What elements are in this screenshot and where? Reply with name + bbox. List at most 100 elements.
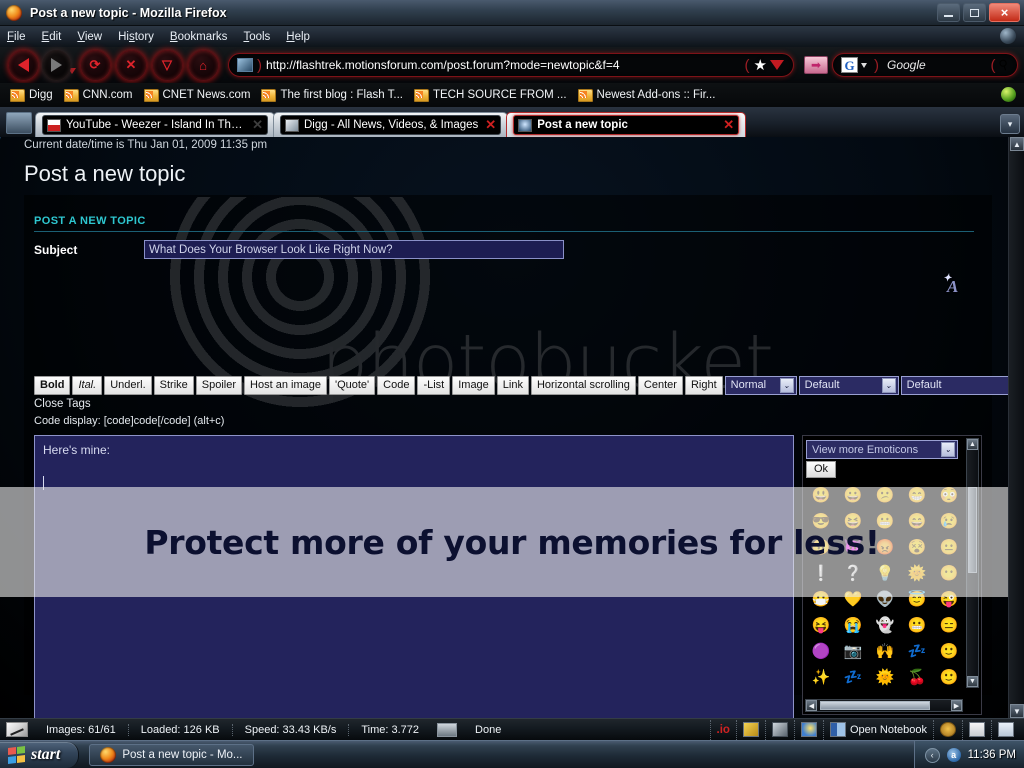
- emoticon-item[interactable]: ❔: [844, 566, 863, 581]
- url-dropdown-icon[interactable]: [770, 60, 784, 70]
- scroll-left-icon[interactable]: ◀: [806, 700, 817, 711]
- subject-input[interactable]: What Does Your Browser Look Like Right N…: [144, 240, 564, 259]
- emoticon-item[interactable]: 😇: [908, 592, 927, 607]
- emoticon-item[interactable]: 😑: [940, 618, 959, 633]
- io-indicator[interactable]: .io: [709, 719, 736, 740]
- url-input[interactable]: http://flashtrek.motionsforum.com/post.f…: [266, 58, 741, 72]
- bookmark-item[interactable]: Digg: [6, 88, 57, 103]
- emoticon-item[interactable]: 😁: [908, 488, 927, 503]
- emoticon-ok-button[interactable]: Ok: [806, 461, 837, 478]
- chevron-down-icon[interactable]: ⌄: [941, 442, 955, 457]
- home-button[interactable]: ⌂: [186, 49, 220, 81]
- scrollbar-thumb[interactable]: [820, 701, 930, 710]
- bbcode-strike-button[interactable]: Strike: [153, 375, 194, 395]
- highlighter-extension[interactable]: [735, 719, 765, 740]
- message-textarea[interactable]: Here's mine:: [34, 435, 794, 718]
- menu-help[interactable]: Help: [286, 31, 310, 43]
- start-button[interactable]: start: [0, 741, 80, 768]
- view-more-emoticons-select[interactable]: View more Emoticons ⌄: [806, 440, 958, 459]
- bbcode-image-button[interactable]: Image: [452, 375, 495, 395]
- emoticon-vertical-scrollbar[interactable]: ▲ ▼: [966, 438, 979, 688]
- emoticon-item[interactable]: 🙂: [940, 670, 959, 685]
- close-button[interactable]: ×: [989, 3, 1020, 22]
- scrollbar-thumb[interactable]: [968, 487, 977, 573]
- bbcode-link-button[interactable]: Link: [496, 375, 529, 395]
- search-engine-dropdown-icon[interactable]: [861, 62, 867, 68]
- go-button[interactable]: [804, 56, 828, 74]
- bookmark-item[interactable]: Newest Add-ons :: Fir...: [574, 88, 720, 103]
- emoticon-item[interactable]: 🌞: [876, 670, 895, 685]
- emoticon-item[interactable]: 😵: [908, 540, 927, 555]
- emoticon-item[interactable]: 😝: [812, 618, 831, 633]
- tab-list-dropdown-icon[interactable]: ▾: [1000, 114, 1020, 134]
- menu-tools[interactable]: Tools: [243, 31, 270, 43]
- bbcode-spoiler-button[interactable]: Spoiler: [195, 375, 243, 395]
- emoticon-item[interactable]: 🟣: [812, 644, 831, 659]
- bookmark-star-icon[interactable]: ★: [754, 56, 767, 74]
- bbcode-horizontal-scrolling-button[interactable]: Horizontal scrolling: [530, 375, 636, 395]
- emoticon-item[interactable]: 📷: [844, 644, 863, 659]
- search-bar[interactable]: G ) Google ( ⚲: [832, 53, 1018, 77]
- back-button[interactable]: [6, 49, 40, 81]
- search-input[interactable]: Google: [887, 58, 986, 72]
- emoticon-item[interactable]: 😠: [812, 540, 831, 555]
- page-scrollbar[interactable]: ▲ ▼: [1008, 137, 1024, 718]
- bbcode-host-image-button[interactable]: Host an image: [244, 375, 327, 395]
- emoticon-item[interactable]: 💛: [844, 592, 863, 607]
- emoticon-item[interactable]: 😭: [844, 618, 863, 633]
- reload-button[interactable]: ⟳: [78, 49, 112, 81]
- tab-digg[interactable]: Digg - All News, Videos, & Images ✕: [273, 112, 509, 137]
- emoticon-item[interactable]: 😀: [844, 488, 863, 503]
- emoticon-item[interactable]: 👽: [876, 592, 895, 607]
- bookmark-item[interactable]: The first blog : Flash T...: [257, 88, 407, 103]
- emoticon-item[interactable]: 😢: [940, 514, 959, 529]
- forward-button[interactable]: [42, 49, 76, 81]
- image-toggle-icon[interactable]: [437, 722, 458, 737]
- emoticon-item[interactable]: 💤: [844, 670, 863, 685]
- emoticon-item[interactable]: 😳: [940, 488, 959, 503]
- bbcode-right-button[interactable]: Right: [684, 375, 723, 395]
- maximize-restore-button[interactable]: [963, 3, 986, 22]
- bbcode-center-button[interactable]: Center: [637, 375, 683, 395]
- emoticon-item[interactable]: ❕: [812, 566, 831, 581]
- open-notebook-button[interactable]: Open Notebook: [822, 719, 933, 740]
- chevron-down-icon[interactable]: ⌄: [779, 377, 794, 393]
- scroll-down-icon[interactable]: ▼: [967, 676, 978, 687]
- emoticon-item[interactable]: 😕: [876, 488, 895, 503]
- bbcode-code-button[interactable]: Code: [377, 375, 416, 395]
- emoticon-item[interactable]: 🙂: [940, 644, 959, 659]
- menu-history[interactable]: History: [118, 31, 154, 43]
- emoticon-item[interactable]: 😶: [940, 566, 959, 581]
- menu-bookmarks[interactable]: Bookmarks: [170, 31, 228, 43]
- bbcode-list-button[interactable]: -List: [417, 375, 451, 395]
- tray-app-icon[interactable]: a: [946, 748, 961, 762]
- downloads-button[interactable]: ▽: [150, 49, 184, 81]
- font-size-select[interactable]: Normal ⌄: [724, 375, 797, 395]
- emoticon-item[interactable]: 😷: [812, 592, 831, 607]
- emoticon-item[interactable]: 👻: [876, 618, 895, 633]
- bookmark-item[interactable]: CNN.com: [60, 88, 137, 103]
- bbcode-italic-button[interactable]: Ital.: [72, 375, 103, 395]
- bbcode-bold-button[interactable]: Bold: [34, 375, 71, 395]
- addon-status-icon[interactable]: [1001, 87, 1016, 102]
- spellcheck-icon[interactable]: ✦ A: [943, 273, 967, 297]
- tab-close-icon[interactable]: ✕: [485, 117, 496, 133]
- page-extension[interactable]: [991, 719, 1020, 740]
- url-bar[interactable]: ) http://flashtrek.motionsforum.com/post…: [228, 53, 794, 77]
- tab-close-icon[interactable]: ✕: [723, 117, 734, 133]
- bookmark-item[interactable]: CNET News.com: [140, 88, 255, 103]
- tab-post-a-new-topic[interactable]: Post a new topic ✕: [506, 112, 747, 137]
- menu-edit[interactable]: Edit: [42, 31, 62, 43]
- tab-close-icon[interactable]: ✕: [252, 117, 263, 133]
- emoticon-item[interactable]: 😈: [844, 540, 863, 555]
- bbcode-underline-button[interactable]: Underl.: [104, 375, 152, 395]
- scroll-up-icon[interactable]: ▲: [967, 439, 978, 450]
- close-tags-link[interactable]: Close Tags: [34, 398, 91, 410]
- emoticon-item[interactable]: 😐: [940, 540, 959, 555]
- tray-expand-icon[interactable]: ‹: [924, 747, 940, 763]
- scroll-up-icon[interactable]: ▲: [1010, 137, 1024, 151]
- emoticon-item[interactable]: 😃: [812, 488, 831, 503]
- connection-icon[interactable]: [6, 722, 28, 737]
- google-icon[interactable]: G: [841, 57, 858, 73]
- eraser-extension[interactable]: [764, 719, 794, 740]
